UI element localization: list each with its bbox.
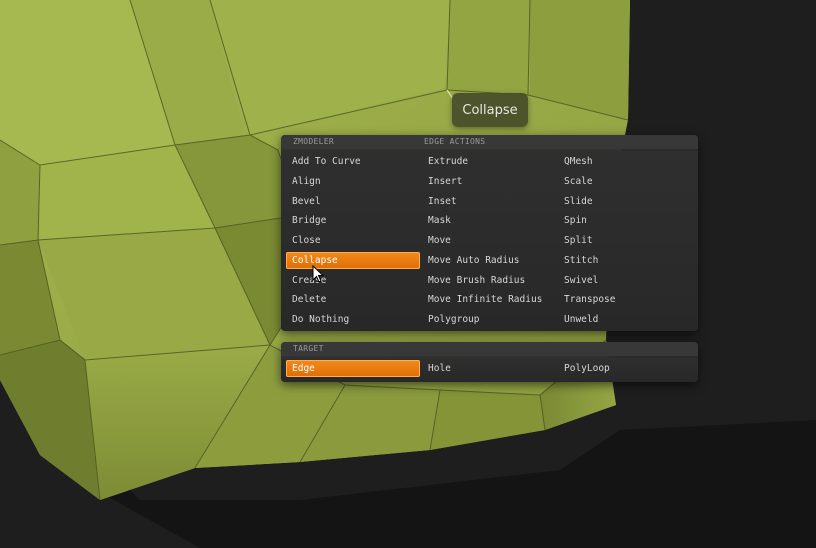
zmodeler-header-label: ZMODELER [293,137,334,146]
action-move-brush-radius[interactable]: Move Brush Radius [422,272,556,289]
action-stitch[interactable]: Stitch [558,252,692,269]
target-header: TARGET [281,342,698,356]
action-extrude[interactable]: Extrude [422,153,556,170]
edge-actions-list: Add To Curve Align Bevel Bridge Close Collaps… [281,151,698,331]
action-do-nothing[interactable]: Do Nothing [286,311,420,328]
tooltip-label: Collapse [462,102,518,118]
action-qmesh[interactable]: QMesh [558,153,692,170]
action-bridge[interactable]: Bridge [286,212,420,229]
action-crease[interactable]: Crease [286,272,420,289]
target-polyloop[interactable]: PolyLoop [558,360,692,377]
action-move-infinite-radius[interactable]: Move Infinite Radius [422,291,556,308]
mouse-cursor-icon [312,265,324,283]
target-hole[interactable]: Hole [422,360,556,377]
target-list: Edge Hole PolyLoop [281,358,698,382]
action-insert[interactable]: Insert [422,173,556,190]
action-scale[interactable]: Scale [558,173,692,190]
action-add-to-curve[interactable]: Add To Curve [286,153,420,170]
panel-header: ZMODELER EDGE ACTIONS [281,135,698,149]
edge-actions-header-label: EDGE ACTIONS [424,137,486,146]
action-mask[interactable]: Mask [422,212,556,229]
action-collapse[interactable]: Collapse [286,251,420,269]
action-inset[interactable]: Inset [422,193,556,210]
target-edge[interactable]: Edge [286,360,420,377]
action-align[interactable]: Align [286,173,420,190]
collapse-tooltip: Collapse [452,93,528,127]
action-move-auto-radius[interactable]: Move Auto Radius [422,252,556,269]
action-swivel[interactable]: Swivel [558,272,692,289]
target-panel: TARGET Edge Hole PolyLoop [281,342,698,382]
edge-actions-panel: ZMODELER EDGE ACTIONS Add To Curve Align B… [281,135,698,331]
action-polygroup[interactable]: Polygroup [422,311,556,328]
action-bevel[interactable]: Bevel [286,193,420,210]
action-split[interactable]: Split [558,232,692,249]
action-delete[interactable]: Delete [286,291,420,308]
action-unweld[interactable]: Unweld [558,311,692,328]
target-header-label: TARGET [293,344,324,353]
action-spin[interactable]: Spin [558,212,692,229]
action-slide[interactable]: Slide [558,193,692,210]
action-close[interactable]: Close [286,232,420,249]
action-move[interactable]: Move [422,232,556,249]
action-transpose[interactable]: Transpose [558,291,692,308]
